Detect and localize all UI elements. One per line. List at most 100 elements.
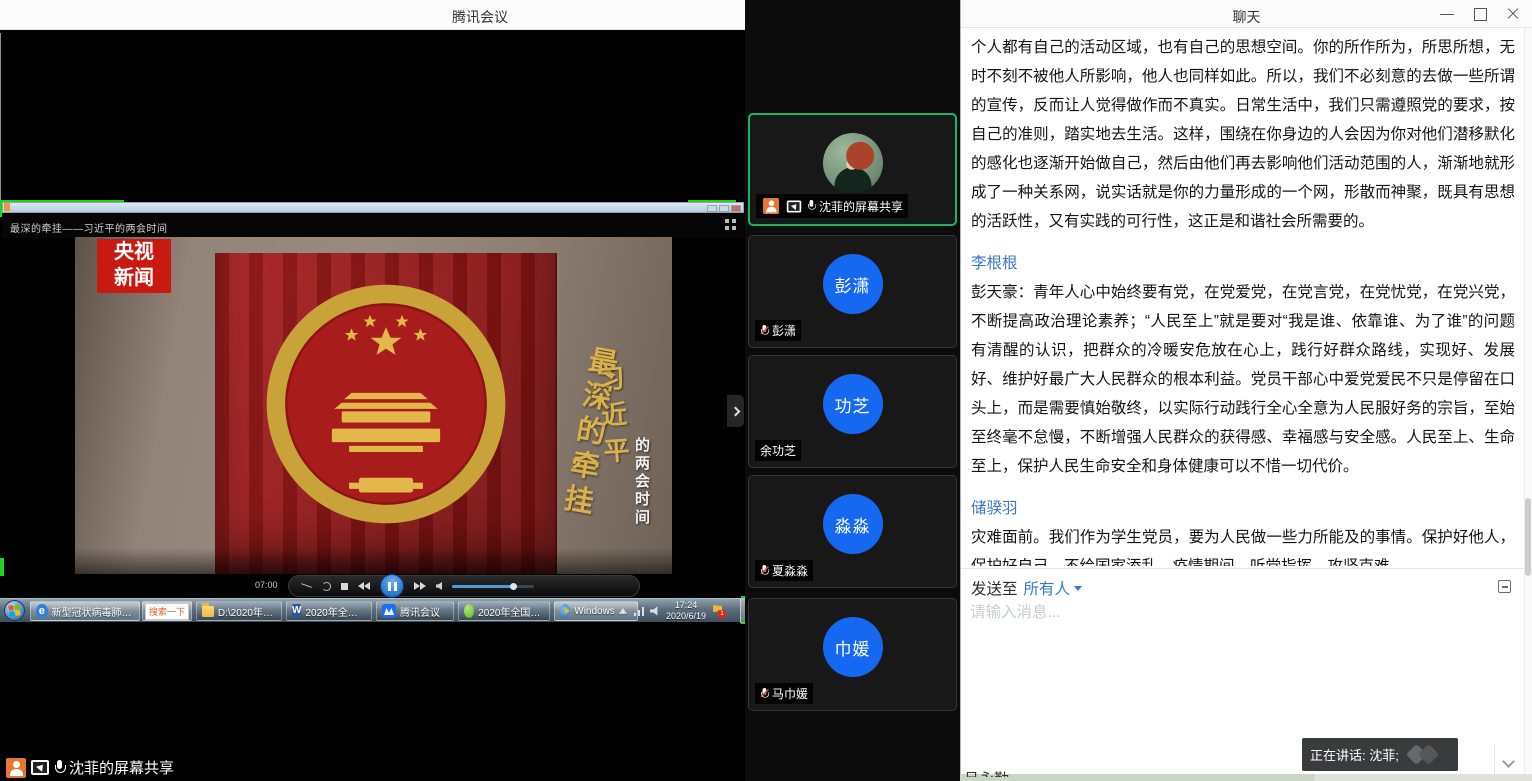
ie-icon: e: [36, 604, 48, 618]
taskbar-item-meeting[interactable]: 腾讯会议: [376, 601, 454, 621]
mic-muted-icon: [760, 565, 768, 577]
chat-message-input[interactable]: [970, 600, 1490, 626]
system-tray: 17:24 2020/6/19 1: [618, 599, 737, 623]
participant-tile[interactable]: 功芝 余功芝: [748, 355, 957, 468]
wmp-window-icon: [4, 203, 10, 211]
volume-icon[interactable]: [436, 582, 442, 590]
taskbar-item-green-app[interactable]: 2020年全国两会 凤..: [458, 601, 550, 621]
avatar: 淼淼: [823, 494, 883, 554]
chat-close-button[interactable]: [1501, 6, 1527, 22]
chat-sender[interactable]: 储骙羽: [971, 494, 1515, 523]
mic-icon: [54, 760, 64, 776]
share-border-fragment: [0, 558, 4, 576]
participant-tile[interactable]: 彭潇 彭潇: [748, 235, 957, 348]
tray-chevron-up-icon[interactable]: [618, 606, 628, 616]
playback-time: 07:00: [255, 580, 278, 590]
wmp-icon: [560, 604, 570, 618]
avatar: 巾媛: [823, 617, 883, 677]
screen: 腾讯会议 最深的牵挂——习近平的两会时间 央视 新闻: [0, 0, 1532, 781]
tencent-meeting-icon: [382, 604, 396, 618]
wmp-close-button[interactable]: [731, 205, 741, 212]
screen-share-icon: [787, 200, 801, 212]
share-banner-label: 沈菲的屏幕共享: [69, 757, 174, 778]
send-to-value: 所有人: [1024, 577, 1071, 599]
video-frame[interactable]: 央视 新闻: [75, 237, 672, 574]
mic-icon: [807, 200, 815, 212]
collapse-panel-button[interactable]: [727, 395, 744, 427]
video-overlay-tail: 的两会时间: [631, 437, 652, 527]
participant-label: 余功芝: [755, 440, 801, 461]
now-speaking-label: 正在讲话: 沈菲;: [1310, 745, 1399, 764]
taskbar-item-ie[interactable]: e 新型冠状病毒肺炎疫情: [30, 601, 140, 621]
send-to-label: 发送至: [971, 577, 1018, 599]
partial-clipped-text: 吕永勤: [964, 768, 1054, 777]
avatar: 彭潇: [823, 254, 883, 314]
participant-name: 彭潇: [772, 322, 796, 339]
start-button[interactable]: [4, 600, 25, 621]
compose-divider: [961, 568, 1532, 569]
network-icon[interactable]: [634, 606, 644, 616]
chat-maximize-button[interactable]: [1468, 6, 1494, 22]
speaker-icon[interactable]: [650, 606, 660, 616]
participant-tile[interactable]: 巾媛 马巾媛: [748, 598, 957, 711]
send-to-row: 发送至 所有人: [971, 575, 1082, 601]
action-center-flag-icon[interactable]: 1: [712, 604, 724, 618]
clock-date: 2020/6/19: [666, 611, 706, 622]
chat-scrollbar-track[interactable]: [1524, 28, 1532, 781]
presenter-icon: [6, 758, 26, 778]
rewind-button[interactable]: [358, 577, 370, 595]
red-banner: [215, 253, 557, 574]
divider: [1494, 744, 1495, 774]
chevron-down-icon: [1074, 586, 1082, 591]
avatar: 功芝: [823, 374, 883, 434]
cctv-news-logo: 央视 新闻: [97, 239, 171, 293]
popout-chat-icon[interactable]: [1498, 580, 1511, 593]
shuffle-icon[interactable]: [300, 580, 313, 591]
repeat-icon[interactable]: [322, 582, 331, 591]
word-doc-icon: W: [292, 604, 301, 618]
chat-scrollbar-thumb[interactable]: [1525, 498, 1531, 576]
taskbar-clock[interactable]: 17:24 2020/6/19: [666, 600, 706, 622]
switch-library-icon[interactable]: [725, 219, 736, 230]
chat-message-list[interactable]: 个人都有自己的活动区域，也有自己的思想空间。你的所作所为，所思所想，无时不刻不被…: [961, 28, 1525, 566]
stop-button[interactable]: [341, 583, 348, 590]
windows-flag-icon: [8, 604, 20, 616]
chat-sender[interactable]: 李根根: [971, 249, 1515, 278]
cctv-logo-line2: 新闻: [97, 265, 171, 291]
chat-message: 灾难面前。我们作为学生党员，要为人民做一些力所能及的事情。保护好他人，保护好自己…: [971, 523, 1515, 566]
chat-message: 彭天豪：青年人心中始终要有党，在党爱党，在党言党，在党忧党，在党兴党，不断提高政…: [971, 278, 1515, 481]
participant-name: 沈菲的屏幕共享: [819, 198, 903, 215]
wmp-control-bar: [288, 575, 640, 597]
video-title: 最深的牵挂——习近平的两会时间: [10, 220, 168, 235]
participant-name: 马巾媛: [772, 685, 808, 702]
participant-tile-sharer[interactable]: 沈菲的屏幕共享: [748, 113, 957, 226]
send-to-selector[interactable]: 所有人: [1024, 577, 1083, 599]
participant-name: 余功芝: [760, 442, 796, 459]
chat-minimize-button[interactable]: [1434, 6, 1460, 22]
participant-label: 彭潇: [755, 320, 801, 341]
participant-tile[interactable]: 淼淼 夏淼淼: [748, 475, 957, 588]
taskbar-item-doc[interactable]: W 2020年全国两会.do..: [286, 601, 372, 621]
wmp-window-titlebar[interactable]: [2, 202, 744, 213]
avatar: [823, 133, 883, 193]
wmp-minimize-button[interactable]: [707, 205, 717, 212]
volume-slider[interactable]: [452, 585, 534, 588]
participant-label: 沈菲的屏幕共享: [756, 194, 908, 218]
participant-label: 夏淼淼: [755, 560, 813, 581]
chevron-right-icon: [731, 406, 741, 416]
clock-time: 17:24: [666, 600, 706, 611]
taskbar-item-folder[interactable]: D:\2020年春学...: [196, 601, 282, 621]
wmp-maximize-button[interactable]: [719, 205, 729, 212]
tencent-meeting-logo-watermark: [1407, 744, 1443, 766]
green-app-icon: [464, 604, 474, 618]
presenter-icon: [763, 198, 779, 214]
national-emblem: [263, 281, 509, 527]
chat-titlebar: 聊天: [961, 0, 1532, 28]
fast-forward-button[interactable]: [414, 577, 426, 595]
taskbar-item-search[interactable]: 搜索一下: [142, 601, 192, 621]
participant-name: 夏淼淼: [772, 562, 808, 579]
pause-button[interactable]: [380, 574, 404, 598]
mic-muted-icon: [760, 688, 768, 700]
video-overlay-name: 习近平: [591, 364, 635, 474]
participant-label: 马巾媛: [755, 683, 813, 704]
